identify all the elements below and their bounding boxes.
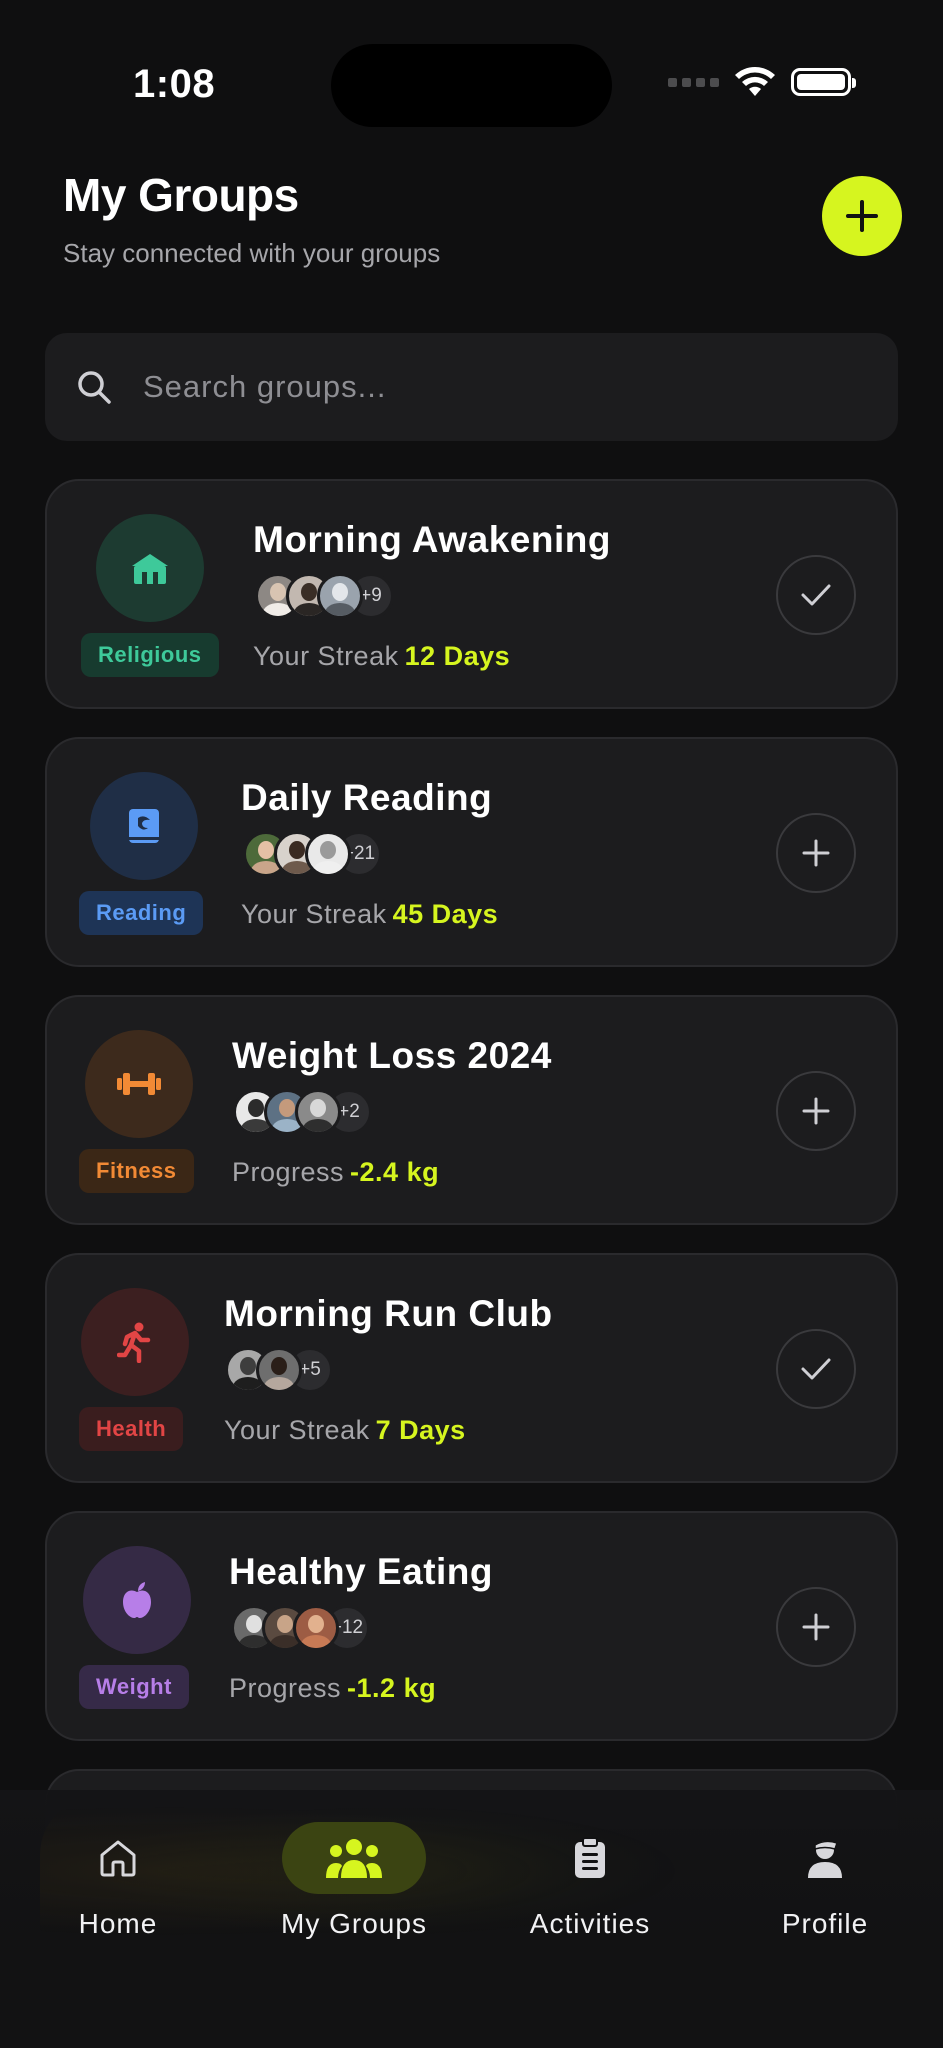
stat-value: -1.2 kg — [347, 1673, 437, 1703]
stat-value: -2.4 kg — [350, 1157, 440, 1187]
nav-profile[interactable]: Profile — [735, 1822, 915, 1952]
member-avatars: +5 — [225, 1347, 333, 1393]
runner-icon — [117, 1322, 151, 1363]
book-icon — [129, 809, 159, 843]
cellular-signal-icon — [668, 77, 719, 87]
nav-icon-container — [46, 1822, 190, 1894]
apple-icon — [123, 1582, 151, 1618]
search-bar[interactable] — [45, 333, 898, 441]
nav-icon-container — [753, 1822, 897, 1894]
group-name: Daily Reading — [241, 777, 493, 818]
nav-icon-container — [518, 1822, 662, 1894]
checkmark-icon — [801, 584, 831, 606]
wifi-icon — [735, 67, 775, 96]
search-icon — [78, 371, 111, 404]
group-icon-badge — [85, 1030, 193, 1138]
nav-label: My Groups — [281, 1908, 427, 1939]
stat-value: 12 Days — [404, 641, 511, 671]
groups-icon — [326, 1839, 382, 1878]
nav-icon-container — [282, 1822, 426, 1894]
nav-label: Home — [78, 1908, 158, 1939]
join-group-button[interactable] — [776, 1071, 856, 1151]
member-avatars: +2 — [233, 1089, 372, 1135]
category-tag: Fitness — [79, 1149, 194, 1193]
stat-label: Progress — [229, 1673, 342, 1703]
category-tag: Reading — [79, 891, 204, 935]
search-input[interactable] — [141, 368, 845, 406]
member-avatar — [293, 1605, 339, 1651]
checkmark-icon — [801, 1358, 831, 1380]
status-icons — [668, 66, 856, 98]
nav-home[interactable]: Home — [28, 1822, 208, 1952]
home-icon — [100, 1840, 136, 1877]
stat-value: 7 Days — [375, 1415, 466, 1445]
category-tag: Health — [79, 1407, 184, 1451]
group-stat: Your Streak 7 Days — [224, 1415, 466, 1446]
member-avatar — [295, 1089, 341, 1135]
group-name: Weight Loss 2024 — [232, 1035, 552, 1076]
member-avatars: +21 — [243, 831, 382, 877]
dumbbell-icon — [117, 1073, 161, 1095]
joined-check-button[interactable] — [776, 1329, 856, 1409]
join-group-button[interactable] — [776, 813, 856, 893]
joined-check-button[interactable] — [776, 555, 856, 635]
group-card[interactable]: Fitness Weight Loss 2024 +2 Progress -2.4… — [45, 995, 898, 1225]
status-time: 1:08 — [133, 62, 216, 106]
stat-value: 45 Days — [392, 899, 499, 929]
nav-label: Activities — [529, 1908, 651, 1939]
group-card[interactable]: Reading Daily Reading +21 Your Streak 45 … — [45, 737, 898, 967]
nav-my-groups[interactable]: My Groups — [264, 1822, 444, 1952]
member-avatars: +12 — [231, 1605, 370, 1651]
member-avatar — [305, 831, 351, 877]
member-avatars: +9 — [255, 573, 394, 619]
page-subtitle: Stay connected with your groups — [63, 238, 441, 268]
group-card[interactable]: Weight Healthy Eating +12 Progress -1.2 k… — [45, 1511, 898, 1741]
group-icon-badge — [90, 772, 198, 880]
profile-icon — [808, 1840, 842, 1878]
stat-label: Your Streak — [224, 1415, 370, 1445]
plus-icon — [802, 1613, 830, 1641]
member-avatar — [256, 1347, 302, 1393]
stat-label: Your Streak — [241, 899, 387, 929]
group-stat: Progress -1.2 kg — [229, 1673, 436, 1704]
stat-label: Progress — [232, 1157, 345, 1187]
category-tag: Religious — [81, 633, 219, 677]
group-stat: Progress -2.4 kg — [232, 1157, 439, 1188]
plus-icon — [846, 200, 878, 232]
group-name: Healthy Eating — [229, 1551, 493, 1592]
category-tag: Weight — [79, 1665, 189, 1709]
stat-label: Your Streak — [253, 641, 399, 671]
group-name: Morning Run Club — [224, 1293, 553, 1334]
battery-icon — [791, 68, 856, 96]
plus-icon — [802, 1097, 830, 1125]
group-card[interactable]: Religious Morning Awakening +9 Your Stre… — [45, 479, 898, 709]
group-icon-badge — [81, 1288, 189, 1396]
dynamic-island — [331, 44, 612, 127]
mosque-icon — [132, 554, 168, 584]
clipboard-icon — [575, 1837, 605, 1878]
add-group-button[interactable] — [822, 176, 902, 256]
plus-icon — [802, 839, 830, 867]
group-card[interactable]: Health Morning Run Club +5 Your Streak 7 … — [45, 1253, 898, 1483]
group-icon-badge — [96, 514, 204, 622]
nav-label: Profile — [781, 1908, 869, 1939]
nav-activities[interactable]: Activities — [500, 1822, 680, 1952]
join-group-button[interactable] — [776, 1587, 856, 1667]
group-name: Morning Awakening — [253, 519, 611, 560]
group-stat: Your Streak 45 Days — [241, 899, 498, 930]
group-stat: Your Streak 12 Days — [253, 641, 510, 672]
page-title: My Groups — [63, 169, 299, 221]
member-avatar — [317, 573, 363, 619]
group-icon-badge — [83, 1546, 191, 1654]
